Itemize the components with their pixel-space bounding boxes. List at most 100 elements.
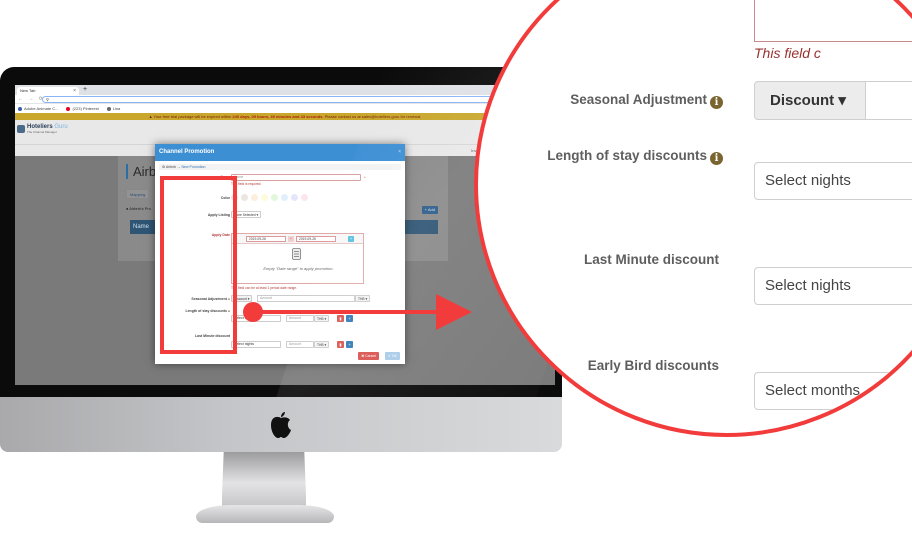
- imac-foot: [196, 505, 334, 523]
- info-icon[interactable]: ●: [228, 297, 230, 301]
- magnified-last-minute-select[interactable]: Select nights: [754, 267, 912, 305]
- date-range-panel: 2019-09-26 − 2019-09-26 + Empty "Date ra…: [231, 233, 364, 284]
- last-minute-label: Last Minute discount: [195, 334, 230, 338]
- date-range-row: 2019-09-26 − 2019-09-26 +: [232, 234, 363, 244]
- info-icon[interactable]: i: [710, 152, 723, 165]
- magnified-early-bird-select[interactable]: Select months: [754, 372, 912, 410]
- delete-icon[interactable]: ▮: [337, 315, 344, 322]
- name-label: Name: [220, 175, 230, 179]
- bookmark-item[interactable]: (223) Pinterest: [66, 104, 99, 113]
- color-swatch[interactable]: [231, 194, 238, 201]
- modal-header: Channel Promotion ×: [155, 144, 405, 161]
- add-icon[interactable]: +: [346, 315, 353, 322]
- magnified-name-input[interactable]: [754, 0, 912, 42]
- color-swatch[interactable]: [301, 194, 308, 201]
- name-input[interactable]: Name: [231, 174, 361, 181]
- magnified-los-select[interactable]: Select nights: [754, 162, 912, 200]
- apply-listing-label: Apply Listing: [207, 213, 230, 217]
- los-label: Length of stay discounts ●: [185, 309, 230, 313]
- magnified-amount-input[interactable]: [866, 81, 912, 120]
- los-text: Length of stay discounts: [185, 309, 227, 313]
- color-swatch[interactable]: [261, 194, 268, 201]
- bookmark-item[interactable]: Lina: [106, 104, 121, 113]
- bookmark-item[interactable]: Adobe Animate C...: [18, 104, 58, 113]
- color-swatch[interactable]: [291, 194, 298, 201]
- bookmark-label: Lina: [112, 106, 121, 111]
- trial-banner: ▲ Your free trial package will be expire…: [15, 113, 555, 120]
- seasonal-type-dropdown[interactable]: Discount ▾: [231, 295, 253, 302]
- bookmarks-bar: Adobe Animate C... (223) Pinterest Lina: [15, 104, 555, 113]
- los-amount-input[interactable]: Amount: [286, 315, 314, 322]
- magnifier-circle: This field c Seasonal Adjustment i Discou…: [474, 0, 912, 437]
- breadcrumb-root[interactable]: ⚙ Airbnb →: [162, 165, 181, 169]
- add-button[interactable]: + Add: [421, 206, 438, 214]
- magnified-los-label: Length of stay discounts i: [547, 148, 723, 165]
- bookmark-label: Adobe Animate C...: [24, 106, 59, 111]
- app-header: Hoteliers Guru The Channel Manager ▲ Dem…: [15, 120, 555, 144]
- seasonal-currency-dropdown[interactable]: THB ▾: [355, 295, 371, 302]
- date-from-input[interactable]: 2019-09-26: [246, 236, 286, 242]
- callout-arrow-line: [255, 310, 443, 314]
- cancel-button[interactable]: ✖ Cancel: [358, 352, 379, 360]
- banner-countdown: 240 days, 09 hours, 49 minutes and 43 se…: [232, 114, 324, 119]
- info-row: ● Airbnb's Pro: [126, 206, 151, 211]
- los-currency-dropdown[interactable]: THB ▾: [314, 315, 330, 322]
- seasonal-label-text: Seasonal Adjustment: [570, 92, 707, 107]
- apply-date-label: Apply Date: [211, 233, 230, 237]
- color-swatch[interactable]: [251, 194, 258, 201]
- required-marker: *: [364, 175, 366, 180]
- date-error: This field can be at least 1 period date…: [231, 286, 297, 290]
- info-icon[interactable]: i: [710, 96, 723, 109]
- add-icon[interactable]: +: [346, 341, 353, 348]
- url-input[interactable]: ⚲: [42, 96, 550, 103]
- last-minute-currency-dropdown[interactable]: THB ▾: [314, 341, 330, 348]
- promo-illustration: New Tab × + ← → ⟳ ⚲ Adobe Animate C... (…: [0, 0, 912, 533]
- nav-buttons-icon[interactable]: ← → ⟳: [18, 96, 45, 102]
- apple-logo-icon: [271, 412, 291, 438]
- breadcrumb-current: New Promotion: [181, 165, 206, 169]
- color-label: Color: [220, 196, 230, 200]
- breadcrumb: ⚙ Airbnb → New Promotion: [159, 164, 401, 170]
- magnified-error: This field c: [754, 45, 821, 61]
- color-swatch[interactable]: [281, 194, 288, 201]
- close-icon[interactable]: ×: [398, 144, 401, 161]
- search-icon: ⚲: [46, 97, 49, 102]
- tab-close-icon[interactable]: ×: [73, 87, 76, 95]
- new-tab-icon[interactable]: +: [83, 86, 87, 93]
- logo-icon: [17, 125, 25, 133]
- banner-suffix: Please contact us at sales@hoteliers.gur…: [324, 114, 422, 119]
- last-minute-nights-select[interactable]: Select nights: [231, 341, 281, 348]
- seasonal-adjustment-text: Seasonal Adjustment: [191, 297, 227, 301]
- name-error: This field is required.: [231, 182, 262, 186]
- delete-icon[interactable]: ▮: [337, 341, 344, 348]
- apply-listing-select[interactable]: None Selected ▾: [231, 211, 262, 218]
- seasonal-adjustment-label: Seasonal Adjustment ●: [191, 297, 230, 301]
- imac-screen: New Tab × + ← → ⟳ ⚲ Adobe Animate C... (…: [15, 85, 555, 385]
- ok-button[interactable]: ✔ OK: [385, 352, 400, 360]
- last-minute-amount-input[interactable]: Amount: [286, 341, 314, 348]
- tab-mapping[interactable]: Mapping: [126, 189, 150, 199]
- name-placeholder: Name: [234, 175, 244, 179]
- app-logo[interactable]: Hoteliers Guru The Channel Manager: [17, 124, 68, 134]
- database-icon: [292, 248, 301, 260]
- add-date-button[interactable]: +: [348, 236, 354, 242]
- bookmark-label: (223) Pinterest: [72, 106, 99, 111]
- bookmark-icon: [18, 106, 22, 111]
- globe-icon: [106, 106, 111, 111]
- banner-prefix: ▲ Your free trial package will be expire…: [148, 114, 232, 119]
- channel-promotion-modal: Channel Promotion × ⚙ Airbnb → New Promo…: [155, 144, 405, 364]
- date-to-input[interactable]: 2019-09-26: [296, 236, 336, 242]
- browser-window: New Tab × + ← → ⟳ ⚲ Adobe Animate C... (…: [15, 85, 555, 385]
- browser-tabbar: New Tab × +: [15, 85, 555, 95]
- date-separator: −: [288, 236, 294, 242]
- magnified-form: This field c Seasonal Adjustment i Discou…: [478, 0, 912, 433]
- color-swatch[interactable]: [241, 194, 248, 201]
- magnified-last-minute-label: Last Minute discount: [584, 252, 719, 267]
- seasonal-amount-input[interactable]: Amount: [257, 295, 355, 302]
- address-bar: ← → ⟳ ⚲: [15, 95, 555, 104]
- color-swatch[interactable]: [271, 194, 278, 201]
- info-icon[interactable]: ●: [228, 309, 230, 313]
- date-empty-message: Empty "Date range" to apply promotion.: [263, 266, 334, 271]
- magnified-discount-dropdown[interactable]: Discount ▾: [754, 81, 866, 120]
- browser-tab[interactable]: New Tab ×: [17, 87, 79, 95]
